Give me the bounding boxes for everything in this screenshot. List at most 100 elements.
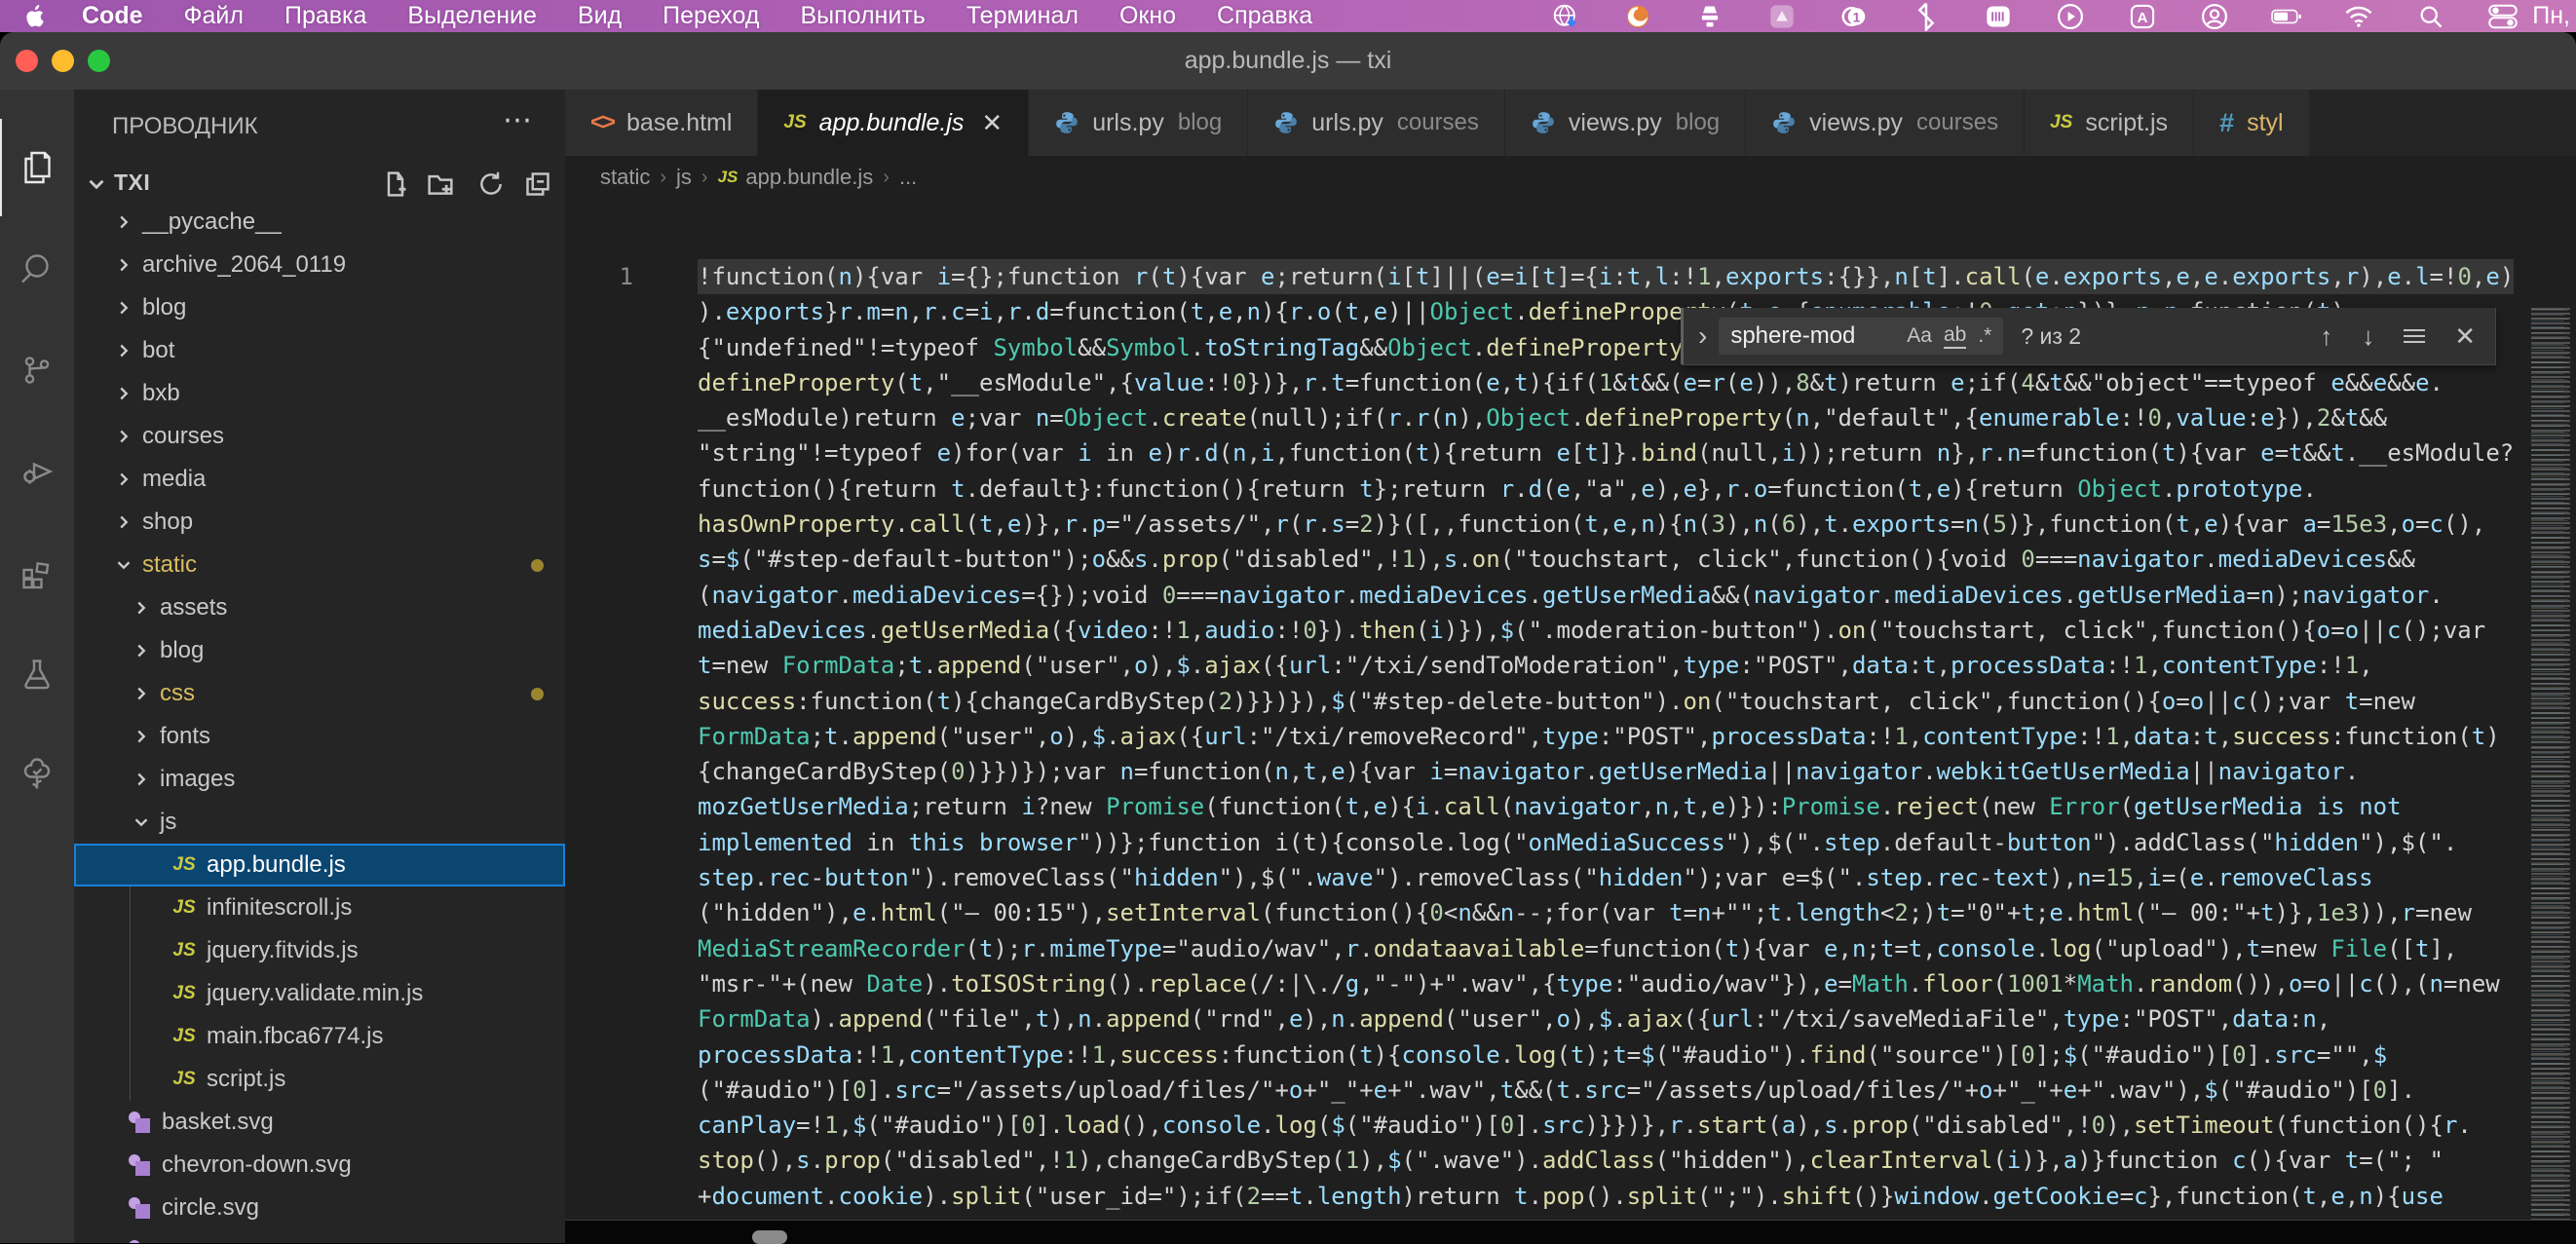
code-line[interactable]: stop(),s.prop("disabled",!1),changeCardB… <box>698 1143 2514 1178</box>
menu-item-файл[interactable]: Файл <box>164 2 264 30</box>
code-line[interactable]: function(){return t.default}:function(){… <box>698 471 2514 507</box>
tree-item-main.fbca6774.js[interactable]: JSmain.fbca6774.js <box>74 1015 565 1058</box>
breadcrumb[interactable]: static›js›JSapp.bundle.js›... <box>565 156 2576 199</box>
tree-item-circle.svg[interactable]: circle.svg <box>74 1187 565 1229</box>
find-query-text[interactable]: sphere-mod <box>1730 322 1907 350</box>
refresh-icon[interactable] <box>477 170 505 203</box>
breadcrumb-item[interactable]: app.bundle.js <box>745 165 873 190</box>
collapse-all-icon[interactable] <box>524 170 551 203</box>
menu-item-вид[interactable]: Вид <box>557 2 642 30</box>
code-line[interactable]: (navigator.mediaDevices={});void 0===nav… <box>698 578 2514 613</box>
code-text[interactable]: !function(n){var i={};function r(t){var … <box>698 259 2514 1220</box>
tree-item-fonts[interactable]: fonts <box>74 715 565 758</box>
tree-item-__pycache__[interactable]: __pycache__ <box>74 201 565 244</box>
code-line[interactable]: FormData).append("file",t),n.append("rnd… <box>698 1001 2514 1037</box>
whole-word-icon[interactable]: ab <box>1944 323 1966 349</box>
menu-item-app[interactable]: Code <box>61 2 164 30</box>
tree-item-bxb[interactable]: bxb <box>74 372 565 415</box>
tree-item-assets[interactable]: assets <box>74 586 565 629</box>
battery-icon[interactable] <box>2271 2 2302 31</box>
breadcrumb-item[interactable]: static <box>600 165 650 190</box>
code-line[interactable]: mediaDevices.getUserMedia({video:!1,audi… <box>698 613 2514 648</box>
code-line[interactable]: mozGetUserMedia;return i?new Promise(fun… <box>698 789 2514 824</box>
text-tool-icon[interactable]: A <box>2127 2 2158 31</box>
find-input[interactable]: sphere-mod Aa ab .* <box>1719 318 2003 355</box>
find-expand-chevron-icon[interactable]: › <box>1698 320 1707 352</box>
tree-item-app.bundle.js[interactable]: JSapp.bundle.js <box>74 844 565 886</box>
activity-todo-tree-icon[interactable] <box>0 727 74 824</box>
menu-item-выполнить[interactable]: Выполнить <box>779 2 945 30</box>
tree-item-shop[interactable]: shop <box>74 501 565 544</box>
code-line[interactable]: defineProperty(t,"__esModule",{value:!0}… <box>698 365 2514 400</box>
code-line[interactable]: "msr-"+(new Date).toISOString().replace(… <box>698 966 2514 1001</box>
tree-item-css[interactable]: css <box>74 672 565 715</box>
activity-testing-icon[interactable] <box>0 625 74 723</box>
tree-item-chevron-down.svg[interactable]: chevron-down.svg <box>74 1144 565 1187</box>
code-line[interactable]: FormData;t.append("user",o),$.ajax({url:… <box>698 719 2514 754</box>
activity-source-control-icon[interactable] <box>0 321 74 419</box>
tab-urls.py-blog[interactable]: urls.pyblog <box>1029 90 1248 156</box>
account-icon[interactable] <box>2199 2 2230 31</box>
new-folder-icon[interactable] <box>427 170 454 203</box>
tab-app.bundle.js[interactable]: JSapp.bundle.js✕ <box>758 90 1029 156</box>
tab-views.py-blog[interactable]: views.pyblog <box>1505 90 1746 156</box>
menu-item-правка[interactable]: Правка <box>264 2 387 30</box>
tree-item-basket.svg[interactable]: basket.svg <box>74 1101 565 1144</box>
new-file-icon[interactable] <box>382 170 409 203</box>
code-line[interactable]: processData:!1,contentType:!1,success:fu… <box>698 1037 2514 1073</box>
globe-download-icon[interactable] <box>1550 2 1581 31</box>
breadcrumb-item[interactable]: js <box>676 165 692 190</box>
code-line[interactable]: step.rec-button").removeClass("hidden"),… <box>698 860 2514 895</box>
swirl-icon[interactable] <box>1622 2 1653 31</box>
tree-item-js[interactable]: js <box>74 801 565 844</box>
code-line[interactable]: !function(n){var i={};function r(t){var … <box>698 259 2514 294</box>
menu-item-выделение[interactable]: Выделение <box>387 2 556 30</box>
find-widget-sash[interactable] <box>1681 308 1684 364</box>
minimap[interactable] <box>2531 308 2574 1220</box>
tree-item-bot[interactable]: bot <box>74 329 565 372</box>
code-line[interactable]: success:function(t){changeCardByStep(2)}… <box>698 684 2514 719</box>
tree-item-archive_2064_0119[interactable]: archive_2064_0119 <box>74 244 565 286</box>
scanner-icon[interactable] <box>1983 2 2014 31</box>
code-line[interactable]: "string"!=typeof e)for(var i in e)r.d(n,… <box>698 435 2514 471</box>
tree-item-infinitescroll.js[interactable]: JSinfinitescroll.js <box>74 886 565 929</box>
code-line[interactable]: hasOwnProperty.call(t,e)},r.p="/assets/"… <box>698 507 2514 542</box>
regex-icon[interactable]: .* <box>1978 324 1991 348</box>
control-center-icon[interactable] <box>2487 2 2519 31</box>
play-circle-icon[interactable] <box>2055 2 2086 31</box>
tree-item-blog[interactable]: blog <box>74 286 565 329</box>
code-line[interactable]: canPlay=!1,$("#audio")[0].load(),console… <box>698 1108 2514 1143</box>
menu-item-окно[interactable]: Окно <box>1099 2 1196 30</box>
more-actions-icon[interactable]: ⋯ <box>503 103 534 137</box>
wifi-icon[interactable] <box>2343 2 2374 31</box>
code-line[interactable]: {changeCardByStep(0)}})});var n=function… <box>698 754 2514 789</box>
close-find-icon[interactable]: ✕ <box>2454 321 2476 352</box>
activity-explorer-icon[interactable] <box>0 119 76 216</box>
code-line[interactable]: MediaStreamRecorder(t);r.mimeType="audio… <box>698 931 2514 966</box>
activity-run-debug-icon[interactable] <box>0 423 74 520</box>
menu-item-терминал[interactable]: Терминал <box>946 2 1099 30</box>
tab-urls.py-courses[interactable]: urls.pycourses <box>1248 90 1505 156</box>
tree-item[interactable] <box>74 1229 565 1243</box>
find-in-selection-icon[interactable] <box>2404 329 2425 343</box>
match-case-icon[interactable]: Aa <box>1907 324 1932 348</box>
code-line[interactable]: implemented in this browser"))};function… <box>698 825 2514 860</box>
tree-item-jquery.validate.min.js[interactable]: JSjquery.validate.min.js <box>74 972 565 1015</box>
workspace-section-header[interactable]: TXI <box>74 168 565 203</box>
activity-extensions-icon[interactable] <box>0 524 74 622</box>
close-tab-icon[interactable]: ✕ <box>981 108 1003 138</box>
bluetooth-icon[interactable] <box>1911 2 1942 31</box>
window-title-bar[interactable]: app.bundle.js — txi <box>0 32 2576 90</box>
shape-icon[interactable] <box>1766 2 1798 31</box>
tree-item-script.js[interactable]: JSscript.js <box>74 1058 565 1101</box>
code-line[interactable]: +document.cookie).split("user_id=");if(2… <box>698 1179 2514 1214</box>
tab-script.js[interactable]: JSscript.js <box>2025 90 2194 156</box>
record-one-icon[interactable]: 1 <box>1838 2 1870 31</box>
menubar-clock[interactable]: Пн, <box>2532 2 2576 30</box>
apple-menu[interactable] <box>0 5 61 27</box>
code-line[interactable]: ("#audio")[0].src="/assets/upload/files/… <box>698 1073 2514 1108</box>
breadcrumb-item[interactable]: ... <box>899 165 917 190</box>
previous-match-icon[interactable]: ↑ <box>2320 321 2332 352</box>
lamp-icon[interactable] <box>1694 2 1725 31</box>
tree-item-static[interactable]: static <box>74 544 565 586</box>
